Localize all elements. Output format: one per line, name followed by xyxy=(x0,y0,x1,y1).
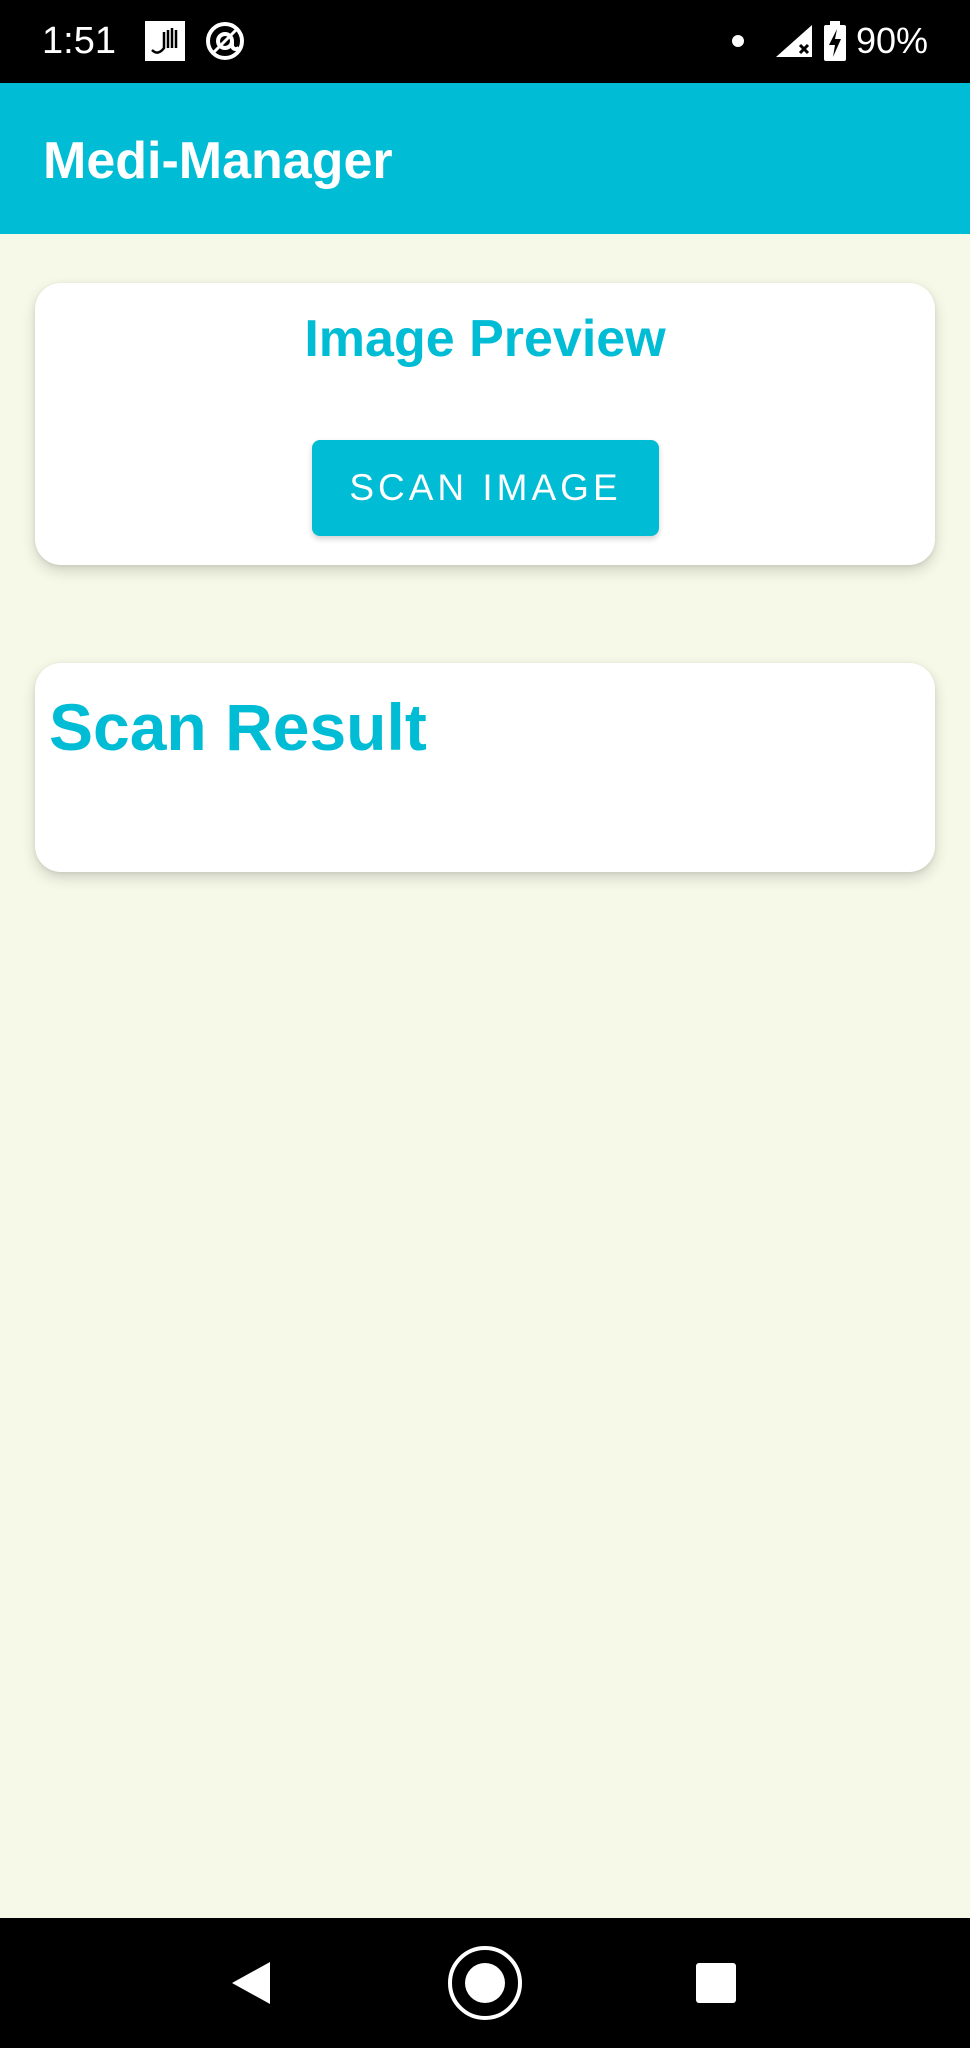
app-bar: Medi-Manager xyxy=(0,83,970,234)
recents-button[interactable] xyxy=(651,1918,781,2048)
back-button[interactable] xyxy=(186,1918,316,2048)
battery-percentage: 90% xyxy=(855,20,928,61)
navigation-bar xyxy=(0,1918,970,2048)
scan-result-card: Scan Result xyxy=(35,663,935,872)
app-title: Medi-Manager xyxy=(43,132,393,190)
notification-dot-icon xyxy=(731,35,744,47)
scan-image-button[interactable]: SCAN IMAGE xyxy=(312,440,659,536)
scan-result-title: Scan Result xyxy=(49,690,427,764)
app-notification-icon xyxy=(145,21,185,61)
battery-charging-icon xyxy=(823,21,846,61)
home-button[interactable] xyxy=(420,1918,550,2048)
status-bar: 1:51 90% xyxy=(0,0,970,83)
recents-icon xyxy=(696,1963,736,2003)
back-icon xyxy=(232,1962,270,2004)
home-icon xyxy=(448,1946,522,2020)
status-time: 1:51 xyxy=(42,20,116,62)
image-preview-card: Image Preview SCAN IMAGE xyxy=(35,283,935,565)
status-right-group: 90% xyxy=(731,18,928,64)
image-preview-title: Image Preview xyxy=(304,310,666,368)
signal-icon xyxy=(775,25,812,57)
at-sign-icon xyxy=(206,22,244,60)
